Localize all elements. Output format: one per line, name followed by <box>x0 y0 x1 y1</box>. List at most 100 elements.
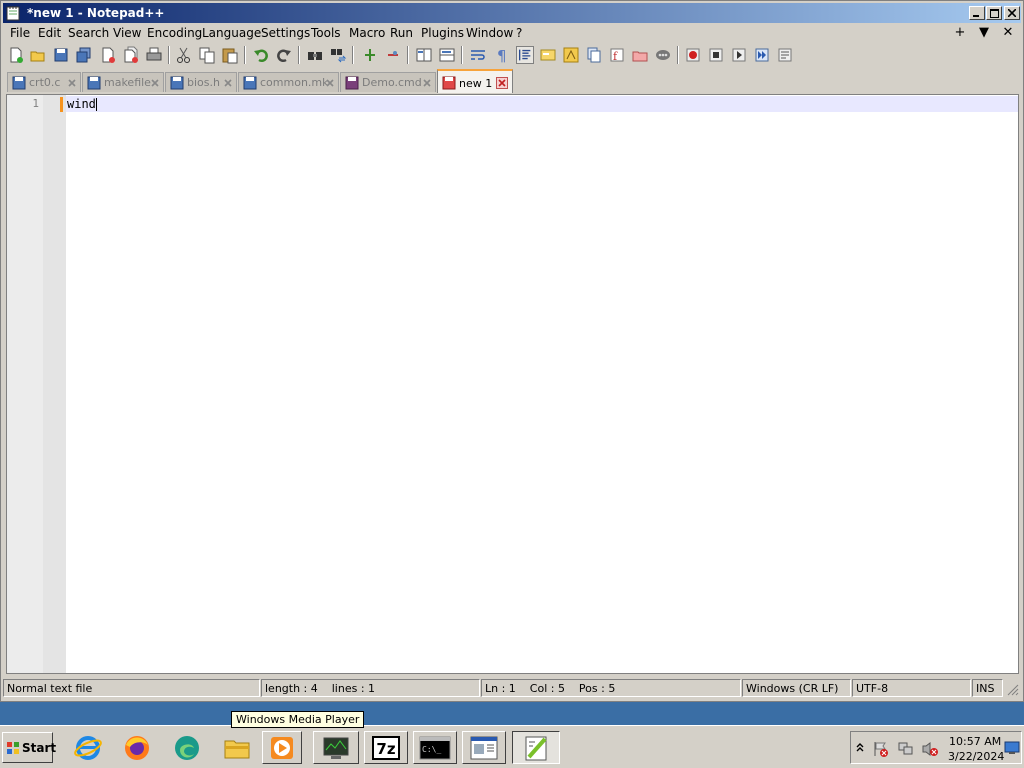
text-editor[interactable]: 1 wind <box>6 94 1019 674</box>
doc-map-icon[interactable] <box>562 46 580 64</box>
save-macro-icon[interactable] <box>776 46 794 64</box>
taskbar-windows-media-player[interactable] <box>262 731 302 764</box>
taskbar-notepad-plus-plus[interactable] <box>512 731 560 764</box>
copy-icon[interactable] <box>198 46 216 64</box>
taskbar-network-monitor[interactable] <box>313 731 359 764</box>
status-insert-mode[interactable]: INS <box>972 679 1003 697</box>
editor-line-1[interactable]: wind <box>67 97 96 111</box>
tab-close-icon[interactable] <box>222 77 234 89</box>
save-all-icon[interactable] <box>75 46 93 64</box>
menu-edit[interactable]: Edit <box>38 26 61 40</box>
tab-common-mk[interactable]: common.mk <box>238 72 339 92</box>
network-status-icon[interactable] <box>897 740 915 758</box>
doc-list-icon[interactable] <box>585 46 603 64</box>
menu-macro[interactable]: Macro <box>349 26 385 40</box>
taskbar-7zip[interactable]: 7z <box>364 731 408 764</box>
folder-workspace-icon[interactable] <box>631 46 649 64</box>
word-wrap-icon[interactable] <box>469 46 487 64</box>
volume-muted-icon[interactable] <box>921 740 939 758</box>
sync-horizontal-icon[interactable] <box>438 46 456 64</box>
menu-window[interactable]: Window <box>466 26 513 40</box>
tab-bios-h[interactable]: bios.h <box>165 72 237 92</box>
menu-file[interactable]: File <box>10 26 30 40</box>
cut-icon[interactable] <box>175 46 193 64</box>
show-all-chars-icon[interactable]: ¶ <box>492 46 510 64</box>
clock-date[interactable]: 3/22/2024 <box>948 750 1004 763</box>
open-file-icon[interactable] <box>29 46 47 64</box>
user-language-icon[interactable] <box>539 46 557 64</box>
zoom-in-icon[interactable] <box>361 46 379 64</box>
taskbar-command-prompt[interactable]: C:\_ <box>413 731 457 764</box>
menu-run[interactable]: Run <box>390 26 413 40</box>
monitor-icon[interactable] <box>654 46 672 64</box>
print-icon[interactable] <box>145 46 163 64</box>
menu-encoding[interactable]: Encoding <box>147 26 202 40</box>
taskbar-file-explorer[interactable] <box>217 731 257 764</box>
start-button[interactable]: Start <box>2 732 57 763</box>
function-list-icon[interactable]: f <box>608 46 626 64</box>
tab-close-icon[interactable] <box>149 77 161 89</box>
sync-vertical-icon[interactable] <box>415 46 433 64</box>
record-macro-icon[interactable] <box>684 46 702 64</box>
status-encoding[interactable]: UTF-8 <box>852 679 971 697</box>
taskbar-firefox[interactable] <box>117 731 157 764</box>
toolbar-separator <box>168 46 170 64</box>
stop-macro-icon[interactable] <box>707 46 725 64</box>
title-bar[interactable]: *new 1 - Notepad++ <box>3 3 1021 23</box>
paste-icon[interactable] <box>221 46 239 64</box>
network-monitor-icon <box>323 737 349 759</box>
run-macro-multiple-icon[interactable] <box>753 46 771 64</box>
toolbar-separator <box>677 46 679 64</box>
status-eol-format[interactable]: Windows (CR LF) <box>742 679 851 697</box>
status-cursor-position[interactable]: Ln : 1 Col : 5 Pos : 5 <box>481 679 741 697</box>
resize-grip-icon[interactable] <box>1005 682 1019 696</box>
tab-list-dropdown[interactable]: ▼ <box>976 25 992 40</box>
menu-search[interactable]: Search <box>68 26 109 40</box>
tab-new-1[interactable]: new 1 <box>437 69 513 93</box>
replace-icon[interactable] <box>329 46 347 64</box>
close-all-icon[interactable] <box>122 46 140 64</box>
zoom-out-icon[interactable] <box>384 46 402 64</box>
maximize-button[interactable] <box>986 6 1002 20</box>
file-explorer-icon <box>224 740 250 758</box>
menu-help[interactable]: ? <box>516 26 522 40</box>
menu-settings[interactable]: Settings <box>261 26 310 40</box>
new-file-icon[interactable] <box>7 46 25 64</box>
tab-demo-cmd[interactable]: Demo.cmd <box>340 72 436 92</box>
tab-close-icon[interactable] <box>66 77 78 89</box>
menu-tools[interactable]: Tools <box>311 26 341 40</box>
close-icon[interactable] <box>99 46 117 64</box>
taskbar-document-viewer[interactable] <box>462 731 506 764</box>
save-icon[interactable] <box>52 46 70 64</box>
taskbar-edge[interactable] <box>167 731 207 764</box>
menu-view[interactable]: View <box>113 26 141 40</box>
close-document-button[interactable]: ✕ <box>1000 25 1016 40</box>
action-center-flag-icon[interactable] <box>872 740 890 758</box>
minimize-button[interactable] <box>969 6 985 20</box>
minimize-icon <box>973 15 979 17</box>
menu-language[interactable]: Language <box>202 26 261 40</box>
menu-plugins[interactable]: Plugins <box>421 26 464 40</box>
taskbar-internet-explorer[interactable] <box>68 731 108 764</box>
tab-crt0-c[interactable]: crt0.c <box>7 72 81 92</box>
find-icon[interactable] <box>306 46 324 64</box>
add-tab-button[interactable]: + <box>952 25 968 40</box>
saved-file-icon <box>12 76 26 90</box>
tab-close-icon[interactable] <box>324 77 336 89</box>
status-length-lines: length : 4 lines : 1 <box>261 679 480 697</box>
show-desktop-icon[interactable] <box>1004 741 1020 755</box>
clock-time[interactable]: 10:57 AM <box>949 735 1001 748</box>
indent-guide-icon[interactable] <box>516 46 534 64</box>
tab-close-icon[interactable] <box>421 77 433 89</box>
taskbar: Start 7z C:\_ 10:57 AM 3/22/2024 <box>0 725 1024 768</box>
undo-icon[interactable] <box>252 46 270 64</box>
show-hidden-icons-icon[interactable] <box>854 741 866 755</box>
menu-bar: File Edit Search View Encoding Language … <box>3 23 1021 43</box>
tab-makefile[interactable]: makefile <box>82 72 164 92</box>
play-macro-icon[interactable] <box>730 46 748 64</box>
maximize-icon <box>989 8 999 18</box>
tab-close-icon[interactable] <box>496 77 508 89</box>
redo-icon[interactable] <box>275 46 293 64</box>
close-window-button[interactable] <box>1004 6 1020 20</box>
start-label: Start <box>22 741 57 755</box>
